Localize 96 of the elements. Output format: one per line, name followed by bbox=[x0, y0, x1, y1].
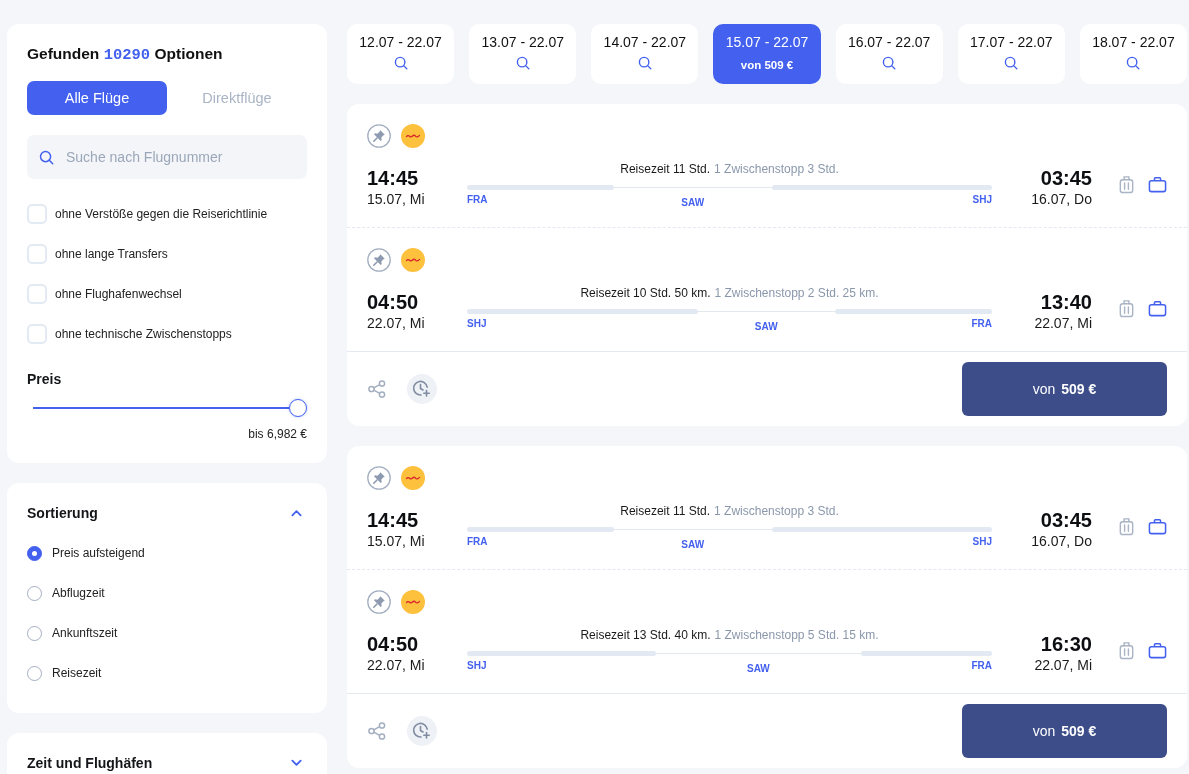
search-icon bbox=[39, 149, 54, 165]
briefcase-icon bbox=[1148, 175, 1167, 194]
briefcase-icon bbox=[1148, 641, 1167, 660]
pin-icon[interactable] bbox=[367, 466, 391, 490]
departure-time: 14:45 bbox=[367, 166, 420, 190]
pin-icon[interactable] bbox=[367, 248, 391, 272]
travel-time-text: Reisezeit 10 Std. 50 km. bbox=[580, 285, 711, 301]
travel-time-text: Reisezeit 11 Std. bbox=[620, 161, 711, 177]
airport-code: FRA bbox=[467, 536, 488, 549]
airport-code: SHJ bbox=[467, 318, 487, 331]
briefcase-icon bbox=[1148, 517, 1167, 536]
radio-label: Ankunftszeit bbox=[52, 626, 118, 640]
price-limit-text: bis 6,982 € bbox=[248, 427, 307, 441]
airline-logo-icon bbox=[401, 466, 425, 490]
sorting-title: Sortierung bbox=[27, 505, 98, 521]
stopover-text: 1 Zwischenstopp 3 Std. bbox=[714, 161, 839, 177]
chevron-up-icon[interactable] bbox=[291, 509, 302, 517]
date-tab[interactable]: 12.07 - 22.07 bbox=[347, 24, 455, 84]
departure-date: 22.07, Mi bbox=[367, 314, 426, 332]
departure-date: 15.07, Mi bbox=[367, 190, 426, 208]
date-tab[interactable]: 14.07 - 22.07 bbox=[591, 24, 699, 84]
radio-label: Abflugzeit bbox=[52, 586, 105, 600]
clock-plus-icon[interactable] bbox=[407, 716, 437, 746]
date-tab[interactable]: 15.07 - 22.07 von 509 € bbox=[713, 24, 821, 84]
checkbox-label: ohne Verstöße gegen die Reiserichtlinie bbox=[55, 207, 268, 221]
price-button[interactable]: von 509 € bbox=[962, 362, 1167, 416]
time-airports-title: Zeit und Flughäfen bbox=[27, 755, 153, 771]
airport-code: SHJ bbox=[972, 194, 992, 207]
checkbox[interactable] bbox=[27, 324, 47, 344]
arrival-date: 16.07, Do bbox=[1031, 190, 1092, 208]
slider-handle[interactable] bbox=[289, 399, 307, 417]
chevron-down-icon[interactable] bbox=[291, 759, 302, 767]
airport-code: FRA bbox=[467, 194, 488, 207]
checkbox[interactable] bbox=[27, 204, 47, 224]
search-icon bbox=[882, 56, 897, 70]
search-icon bbox=[1126, 56, 1141, 70]
airport-code: SAW bbox=[681, 197, 705, 209]
arrival-date: 22.07, Mi bbox=[1034, 656, 1092, 674]
checkbox[interactable] bbox=[27, 284, 47, 304]
departure-time: 04:50 bbox=[367, 290, 420, 314]
arrival-time: 03:45 bbox=[1040, 166, 1092, 190]
departure-time: 04:50 bbox=[367, 632, 420, 656]
departure-time: 14:45 bbox=[367, 508, 420, 532]
search-input[interactable]: Suche nach Flugnummer bbox=[66, 142, 295, 172]
search-icon bbox=[1004, 56, 1019, 70]
arrival-date: 16.07, Do bbox=[1031, 532, 1092, 550]
stopover-text: 1 Zwischenstopp 5 Std. 15 km. bbox=[714, 627, 879, 643]
airline-logo-icon bbox=[401, 248, 425, 272]
arrival-date: 22.07, Mi bbox=[1034, 314, 1092, 332]
date-tab[interactable]: 17.07 - 22.07 bbox=[957, 24, 1065, 84]
share-icon[interactable] bbox=[367, 721, 387, 741]
price-button[interactable]: von 509 € bbox=[962, 704, 1167, 758]
stopover-text: 1 Zwischenstopp 3 Std. bbox=[714, 503, 839, 519]
airport-code: SHJ bbox=[972, 536, 992, 549]
checkbox-label: ohne technische Zwischenstopps bbox=[55, 327, 232, 341]
suitcase-icon bbox=[1117, 299, 1136, 318]
flight-number-search-field[interactable]: Suche nach Flugnummer bbox=[27, 135, 307, 179]
airport-code: FRA bbox=[971, 318, 992, 331]
search-icon bbox=[515, 56, 530, 70]
clock-plus-icon[interactable] bbox=[407, 374, 437, 404]
share-icon[interactable] bbox=[367, 379, 387, 399]
radio-button[interactable] bbox=[27, 545, 42, 561]
arrival-time: 16:30 bbox=[1040, 632, 1092, 656]
checkbox-label: ohne lange Transfers bbox=[55, 247, 168, 261]
date-tab[interactable]: 18.07 - 22.07 bbox=[1079, 24, 1187, 84]
suitcase-icon bbox=[1117, 641, 1136, 660]
airline-logo-icon bbox=[401, 590, 425, 614]
pin-icon[interactable] bbox=[367, 124, 391, 148]
flight-type-tab[interactable]: Alle Flüge bbox=[27, 81, 167, 115]
airport-code: FRA bbox=[971, 660, 992, 673]
pin-icon[interactable] bbox=[367, 590, 391, 614]
arrival-time: 03:45 bbox=[1040, 508, 1092, 532]
airport-code: SAW bbox=[747, 663, 770, 675]
departure-date: 22.07, Mi bbox=[367, 656, 426, 674]
results-heading: Gefunden 10290 Optionen bbox=[27, 45, 224, 64]
search-icon bbox=[393, 56, 408, 70]
airport-code: SAW bbox=[681, 539, 705, 551]
price-title: Preis bbox=[27, 371, 63, 387]
travel-time-text: Reisezeit 11 Std. bbox=[620, 503, 711, 519]
stopover-text: 1 Zwischenstopp 2 Std. 25 km. bbox=[714, 285, 879, 301]
checkbox-label: ohne Flughafenwechsel bbox=[55, 287, 182, 301]
search-icon bbox=[637, 56, 652, 70]
airline-logo-icon bbox=[401, 124, 425, 148]
travel-time-text: Reisezeit 13 Std. 40 km. bbox=[580, 627, 711, 643]
date-tab[interactable]: 13.07 - 22.07 bbox=[469, 24, 577, 84]
suitcase-icon bbox=[1117, 175, 1136, 194]
briefcase-icon bbox=[1148, 299, 1167, 318]
airport-code: SAW bbox=[754, 321, 778, 333]
airport-code: SHJ bbox=[467, 660, 487, 673]
arrival-time: 13:40 bbox=[1040, 290, 1092, 314]
departure-date: 15.07, Mi bbox=[367, 532, 426, 550]
radio-label: Preis aufsteigend bbox=[52, 546, 145, 560]
date-tab[interactable]: 16.07 - 22.07 bbox=[835, 24, 943, 84]
checkbox[interactable] bbox=[27, 244, 47, 264]
suitcase-icon bbox=[1117, 517, 1136, 536]
radio-label: Reisezeit bbox=[52, 666, 102, 680]
